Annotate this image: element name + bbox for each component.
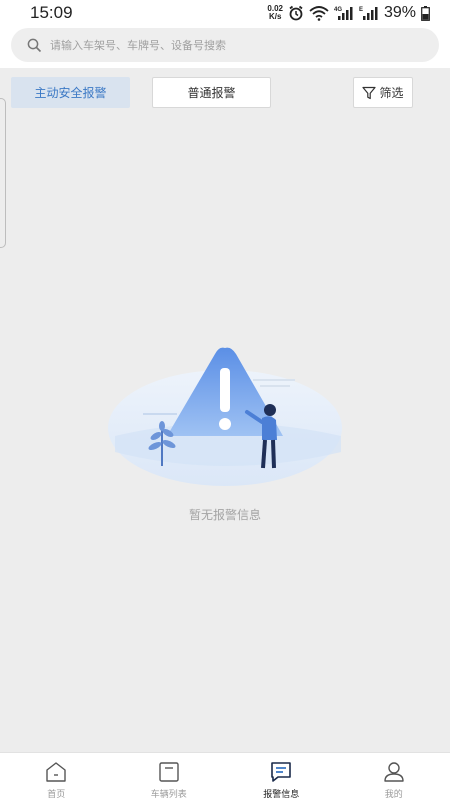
nav-item-vehicle-list[interactable]: 车辆列表 <box>113 753 226 800</box>
nav-label-profile: 我的 <box>384 790 403 800</box>
nav-item-alarm-message[interactable]: 报警信息 <box>225 753 338 800</box>
tab-normal-alarm[interactable]: 普通报警 <box>152 77 271 108</box>
alarm-type-tabs: 主动安全报警 普通报警 筛选 <box>0 68 450 116</box>
svg-text:4G: 4G <box>334 7 342 13</box>
profile-icon <box>384 762 404 782</box>
alarm-icon <box>289 5 303 21</box>
search-input[interactable]: 请输入车架号、车牌号、设备号搜索 <box>11 28 439 62</box>
battery-percent: 39% <box>383 4 416 21</box>
filter-button[interactable]: 筛选 <box>353 77 413 108</box>
empty-state-message: 暂无报警信息 <box>188 508 261 522</box>
empty-alarm-illustration <box>108 347 342 486</box>
filter-icon <box>362 86 377 99</box>
vehicle-list-icon <box>159 762 179 782</box>
nav-label-vehicle-list: 车辆列表 <box>150 790 187 800</box>
wifi-icon <box>309 6 329 21</box>
nav-item-home[interactable]: 首页 <box>0 753 113 800</box>
tab-active-safety-alarm[interactable]: 主动安全报警 <box>11 77 130 108</box>
filter-label: 筛选 <box>379 86 404 100</box>
status-time: 15:09 <box>30 3 73 22</box>
nav-item-profile[interactable]: 我的 <box>338 753 450 800</box>
home-icon <box>46 762 66 782</box>
bottom-nav: 首页 车辆列表 报警信息 我的 <box>0 752 450 800</box>
search-icon <box>27 38 42 52</box>
nav-label-alarm-message: 报警信息 <box>263 790 300 800</box>
alarm-message-icon <box>271 762 292 782</box>
search-area: 请输入车架号、车牌号、设备号搜索 <box>0 26 450 68</box>
search-placeholder: 请输入车架号、车牌号、设备号搜索 <box>50 39 226 52</box>
battery-icon <box>421 5 430 21</box>
nav-label-home: 首页 <box>47 790 66 800</box>
svg-text:E: E <box>359 7 363 13</box>
signal-4g-icon: 4G <box>334 7 353 20</box>
net-speed-unit: K/s <box>268 12 282 21</box>
net-speed: 0.02 K/s <box>267 5 283 21</box>
status-icons: 0.02 K/s 4G E 39% <box>267 3 430 23</box>
signal-e-icon: E <box>359 7 378 20</box>
status-bar: 15:09 0.02 K/s 4G E 39% <box>0 0 450 26</box>
side-drawer-handle[interactable] <box>0 98 6 248</box>
